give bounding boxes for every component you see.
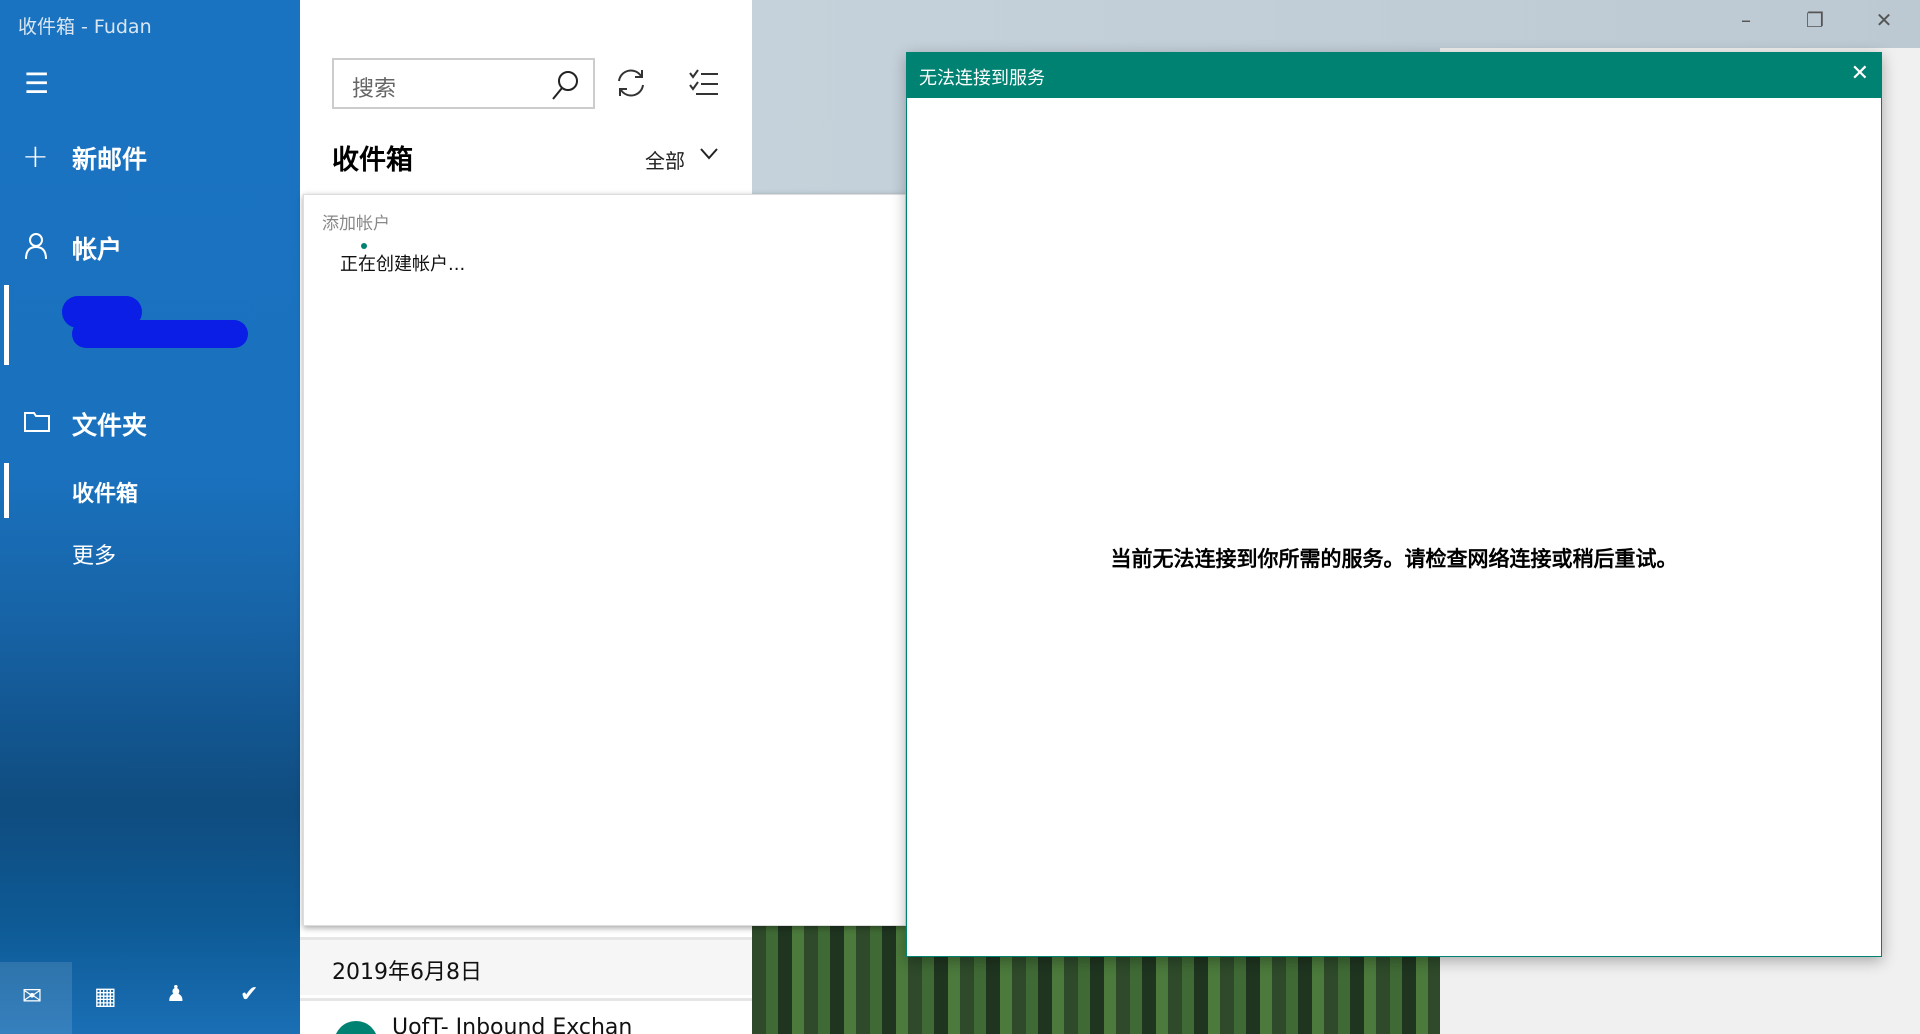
status-text: 正在创建帐户...	[340, 254, 466, 275]
mail-tab[interactable]: ✉	[0, 962, 72, 1034]
add-account-title: 添加帐户	[322, 214, 390, 234]
chevron-down-icon[interactable]	[700, 148, 718, 160]
date-group-label: 2019年6月8日	[332, 960, 482, 985]
progress-dot	[361, 243, 367, 249]
folders-heading[interactable]: 文件夹	[72, 406, 147, 442]
filter-dropdown[interactable]: 全部	[645, 145, 685, 174]
dialog-close-icon[interactable]: ✕	[1851, 61, 1869, 86]
window-title: 收件箱 - Fudan	[18, 16, 152, 38]
message-item[interactable]: UofT- Inbound Exchan	[300, 998, 752, 1034]
account-selection-bar	[4, 285, 9, 365]
folder-more[interactable]: 更多	[72, 538, 116, 570]
new-mail-button[interactable]: 新邮件	[72, 140, 147, 176]
message-sender: UofT- Inbound Exchan	[392, 1015, 633, 1034]
close-button[interactable]: ✕	[1864, 8, 1904, 40]
todo-icon[interactable]: ✔	[240, 984, 258, 1006]
hamburger-icon[interactable]: ☰	[24, 70, 49, 98]
plus-icon[interactable]: +	[22, 140, 49, 172]
people-icon[interactable]: ♟	[166, 984, 186, 1006]
date-group-header: 2019年6月8日	[300, 937, 752, 995]
sync-icon[interactable]	[615, 67, 647, 99]
accounts-button[interactable]: 帐户	[72, 230, 122, 266]
minimize-button[interactable]: –	[1726, 8, 1766, 40]
restore-button[interactable]: ❐	[1795, 8, 1835, 40]
add-account-panel: 添加帐户 正在创建帐户...	[303, 194, 906, 926]
search-icon[interactable]	[551, 70, 579, 100]
folder-selection-bar	[4, 463, 9, 518]
dialog-header: 无法连接到服务 ✕	[907, 53, 1881, 98]
list-header: 收件箱	[332, 145, 413, 176]
person-icon	[25, 233, 47, 260]
folder-inbox[interactable]: 收件箱	[72, 476, 138, 508]
search-placeholder: 搜索	[352, 77, 397, 102]
error-dialog: 无法连接到服务 ✕ 当前无法连接到你所需的服务。请检查网络连接或稍后重试。	[906, 52, 1882, 957]
mail-icon: ✉	[22, 982, 43, 1010]
select-mode-icon[interactable]	[688, 68, 720, 98]
calendar-icon[interactable]: ▦	[94, 984, 117, 1008]
search-input[interactable]: 搜索	[332, 58, 595, 109]
dialog-title: 无法连接到服务	[919, 68, 1045, 89]
dialog-message: 当前无法连接到你所需的服务。请检查网络连接或稍后重试。	[1110, 547, 1678, 571]
sidebar: 收件箱 - Fudan ☰ + 新邮件 帐户 文件夹 收件箱 更多 ✉ ▦ ♟ …	[0, 0, 300, 1034]
avatar	[334, 1021, 378, 1034]
account-item[interactable]	[62, 296, 248, 351]
folder-icon	[24, 412, 50, 432]
